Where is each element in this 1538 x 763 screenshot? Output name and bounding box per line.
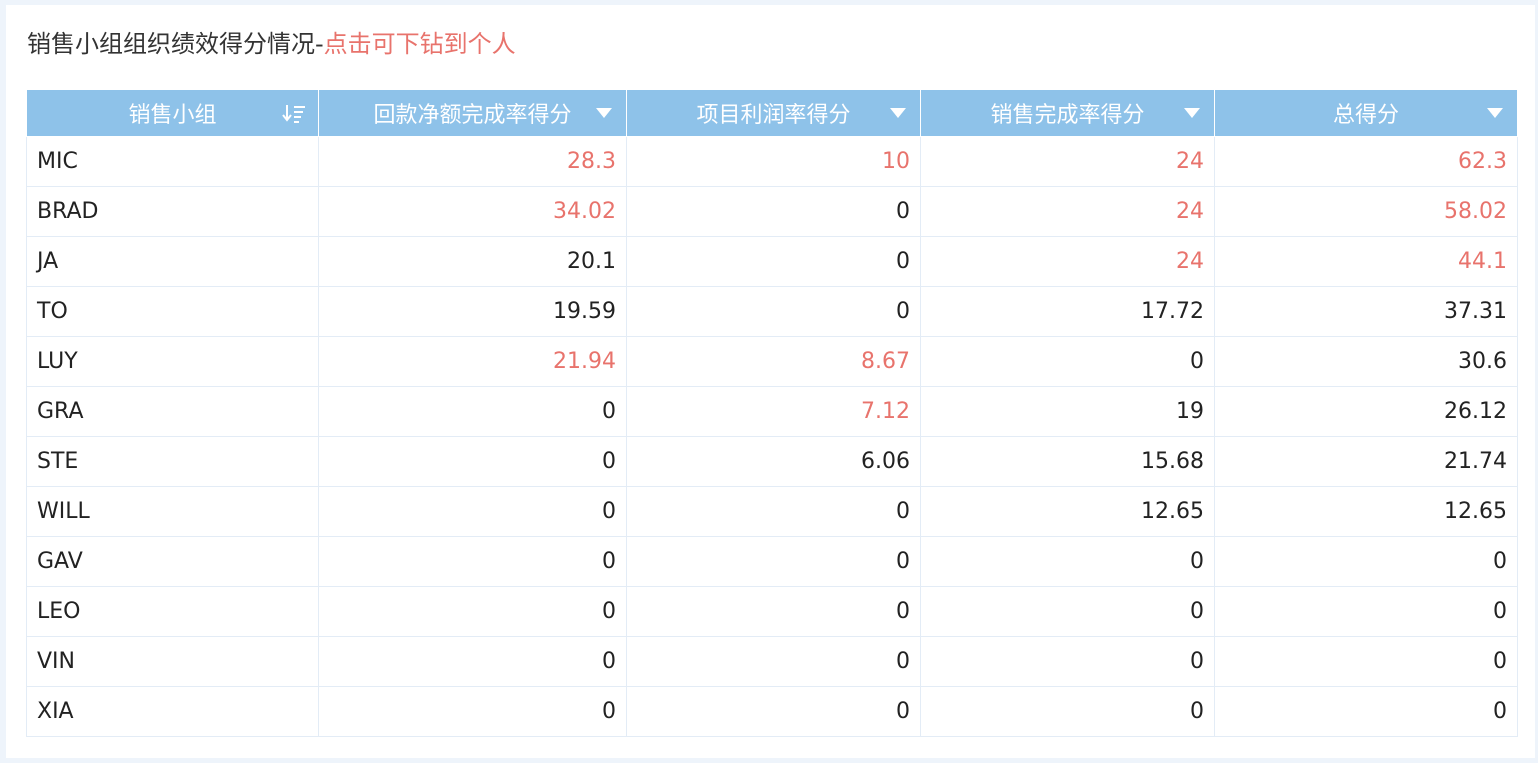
score-cell: 0 <box>626 586 921 637</box>
score-cell: 0 <box>318 436 627 487</box>
score-cell: 34.02 <box>318 186 627 237</box>
score-cell: 0 <box>318 586 627 637</box>
score-cell: 19 <box>920 386 1215 437</box>
column-header-label: 销售小组 <box>128 103 217 128</box>
score-cell: 24 <box>920 136 1215 187</box>
table-row[interactable]: LUY 21.94 8.67 0 30.6 <box>26 336 1518 387</box>
score-cell: 0 <box>318 636 627 687</box>
score-cell: 0 <box>1214 536 1518 587</box>
sort-icon[interactable] <box>282 103 306 123</box>
score-cell: 0 <box>920 586 1215 637</box>
score-cell: 12.65 <box>1214 486 1518 537</box>
table-row[interactable]: VIN 0 0 0 0 <box>26 636 1518 687</box>
score-cell: 10 <box>626 136 921 187</box>
score-cell: 12.65 <box>920 486 1215 537</box>
column-header-label: 项目利润率得分 <box>696 103 851 128</box>
group-name-cell[interactable]: MIC <box>26 136 319 187</box>
score-cell: 0 <box>626 686 921 737</box>
column-header-group[interactable]: 销售小组 <box>26 89 319 137</box>
group-name-cell[interactable]: JA <box>26 236 319 287</box>
group-name-cell[interactable]: BRAD <box>26 186 319 237</box>
score-cell: 15.68 <box>920 436 1215 487</box>
column-header-collection[interactable]: 回款净额完成率得分 <box>318 89 627 137</box>
score-cell: 19.59 <box>318 286 627 337</box>
column-header-label: 销售完成率得分 <box>990 103 1145 128</box>
score-cell: 0 <box>626 236 921 287</box>
column-header-sales[interactable]: 销售完成率得分 <box>920 89 1215 137</box>
score-cell: 37.31 <box>1214 286 1518 337</box>
dropdown-icon[interactable] <box>1487 108 1503 118</box>
group-name-cell[interactable]: VIN <box>26 636 319 687</box>
group-name-cell[interactable]: LUY <box>26 336 319 387</box>
dropdown-icon[interactable] <box>890 108 906 118</box>
score-cell: 0 <box>318 486 627 537</box>
score-cell: 0 <box>1214 686 1518 737</box>
report-title: 销售小组组织绩效得分情况-点击可下钻到个人 <box>27 27 516 61</box>
score-cell: 6.06 <box>626 436 921 487</box>
group-name-cell[interactable]: LEO <box>26 586 319 637</box>
dropdown-icon[interactable] <box>596 108 612 118</box>
group-name-cell[interactable]: XIA <box>26 686 319 737</box>
score-cell: 0 <box>920 336 1215 387</box>
score-table: 销售小组 回款净额完成率得分 项目利润率得分 销售完成率得分 总得分 MIC 2… <box>26 89 1518 737</box>
table-row[interactable]: BRAD 34.02 0 24 58.02 <box>26 186 1518 237</box>
table-header-row: 销售小组 回款净额完成率得分 项目利润率得分 销售完成率得分 总得分 <box>26 89 1518 137</box>
score-cell: 0 <box>1214 636 1518 687</box>
table-row[interactable]: TO 19.59 0 17.72 37.31 <box>26 286 1518 337</box>
drilldown-hint: 点击可下钻到个人 <box>323 30 516 58</box>
score-cell: 0 <box>318 386 627 437</box>
column-header-total[interactable]: 总得分 <box>1214 89 1518 137</box>
table-row[interactable]: STE 0 6.06 15.68 21.74 <box>26 436 1518 487</box>
score-cell: 0 <box>318 536 627 587</box>
column-header-label: 回款净额完成率得分 <box>373 103 572 128</box>
score-cell: 24 <box>920 186 1215 237</box>
dropdown-icon[interactable] <box>1184 108 1200 118</box>
score-cell: 7.12 <box>626 386 921 437</box>
score-cell: 0 <box>626 636 921 687</box>
table-row[interactable]: GRA 0 7.12 19 26.12 <box>26 386 1518 437</box>
score-cell: 58.02 <box>1214 186 1518 237</box>
score-cell: 0 <box>920 536 1215 587</box>
score-cell: 26.12 <box>1214 386 1518 437</box>
score-cell: 0 <box>1214 586 1518 637</box>
score-cell: 0 <box>920 686 1215 737</box>
score-cell: 8.67 <box>626 336 921 387</box>
score-cell: 0 <box>626 536 921 587</box>
score-cell: 0 <box>626 486 921 537</box>
group-name-cell[interactable]: GRA <box>26 386 319 437</box>
report-panel: 销售小组组织绩效得分情况-点击可下钻到个人 销售小组 回款净额完成率得分 项目利… <box>6 5 1535 758</box>
group-name-cell[interactable]: STE <box>26 436 319 487</box>
table-row[interactable]: MIC 28.3 10 24 62.3 <box>26 136 1518 187</box>
column-header-label: 总得分 <box>1332 103 1399 128</box>
group-name-cell[interactable]: GAV <box>26 536 319 587</box>
score-cell: 21.74 <box>1214 436 1518 487</box>
score-cell: 0 <box>626 286 921 337</box>
table-row[interactable]: WILL 0 0 12.65 12.65 <box>26 486 1518 537</box>
score-cell: 30.6 <box>1214 336 1518 387</box>
score-cell: 0 <box>626 186 921 237</box>
score-cell: 0 <box>920 636 1215 687</box>
report-title-main: 销售小组组织绩效得分情况- <box>27 30 324 58</box>
score-cell: 20.1 <box>318 236 627 287</box>
score-cell: 44.1 <box>1214 236 1518 287</box>
table-row[interactable]: GAV 0 0 0 0 <box>26 536 1518 587</box>
score-cell: 21.94 <box>318 336 627 387</box>
table-row[interactable]: JA 20.1 0 24 44.1 <box>26 236 1518 287</box>
group-name-cell[interactable]: TO <box>26 286 319 337</box>
column-header-profit[interactable]: 项目利润率得分 <box>626 89 921 137</box>
score-cell: 62.3 <box>1214 136 1518 187</box>
score-cell: 24 <box>920 236 1215 287</box>
group-name-cell[interactable]: WILL <box>26 486 319 537</box>
score-cell: 17.72 <box>920 286 1215 337</box>
table-row[interactable]: LEO 0 0 0 0 <box>26 586 1518 637</box>
score-cell: 28.3 <box>318 136 627 187</box>
score-cell: 0 <box>318 686 627 737</box>
table-row[interactable]: XIA 0 0 0 0 <box>26 686 1518 737</box>
